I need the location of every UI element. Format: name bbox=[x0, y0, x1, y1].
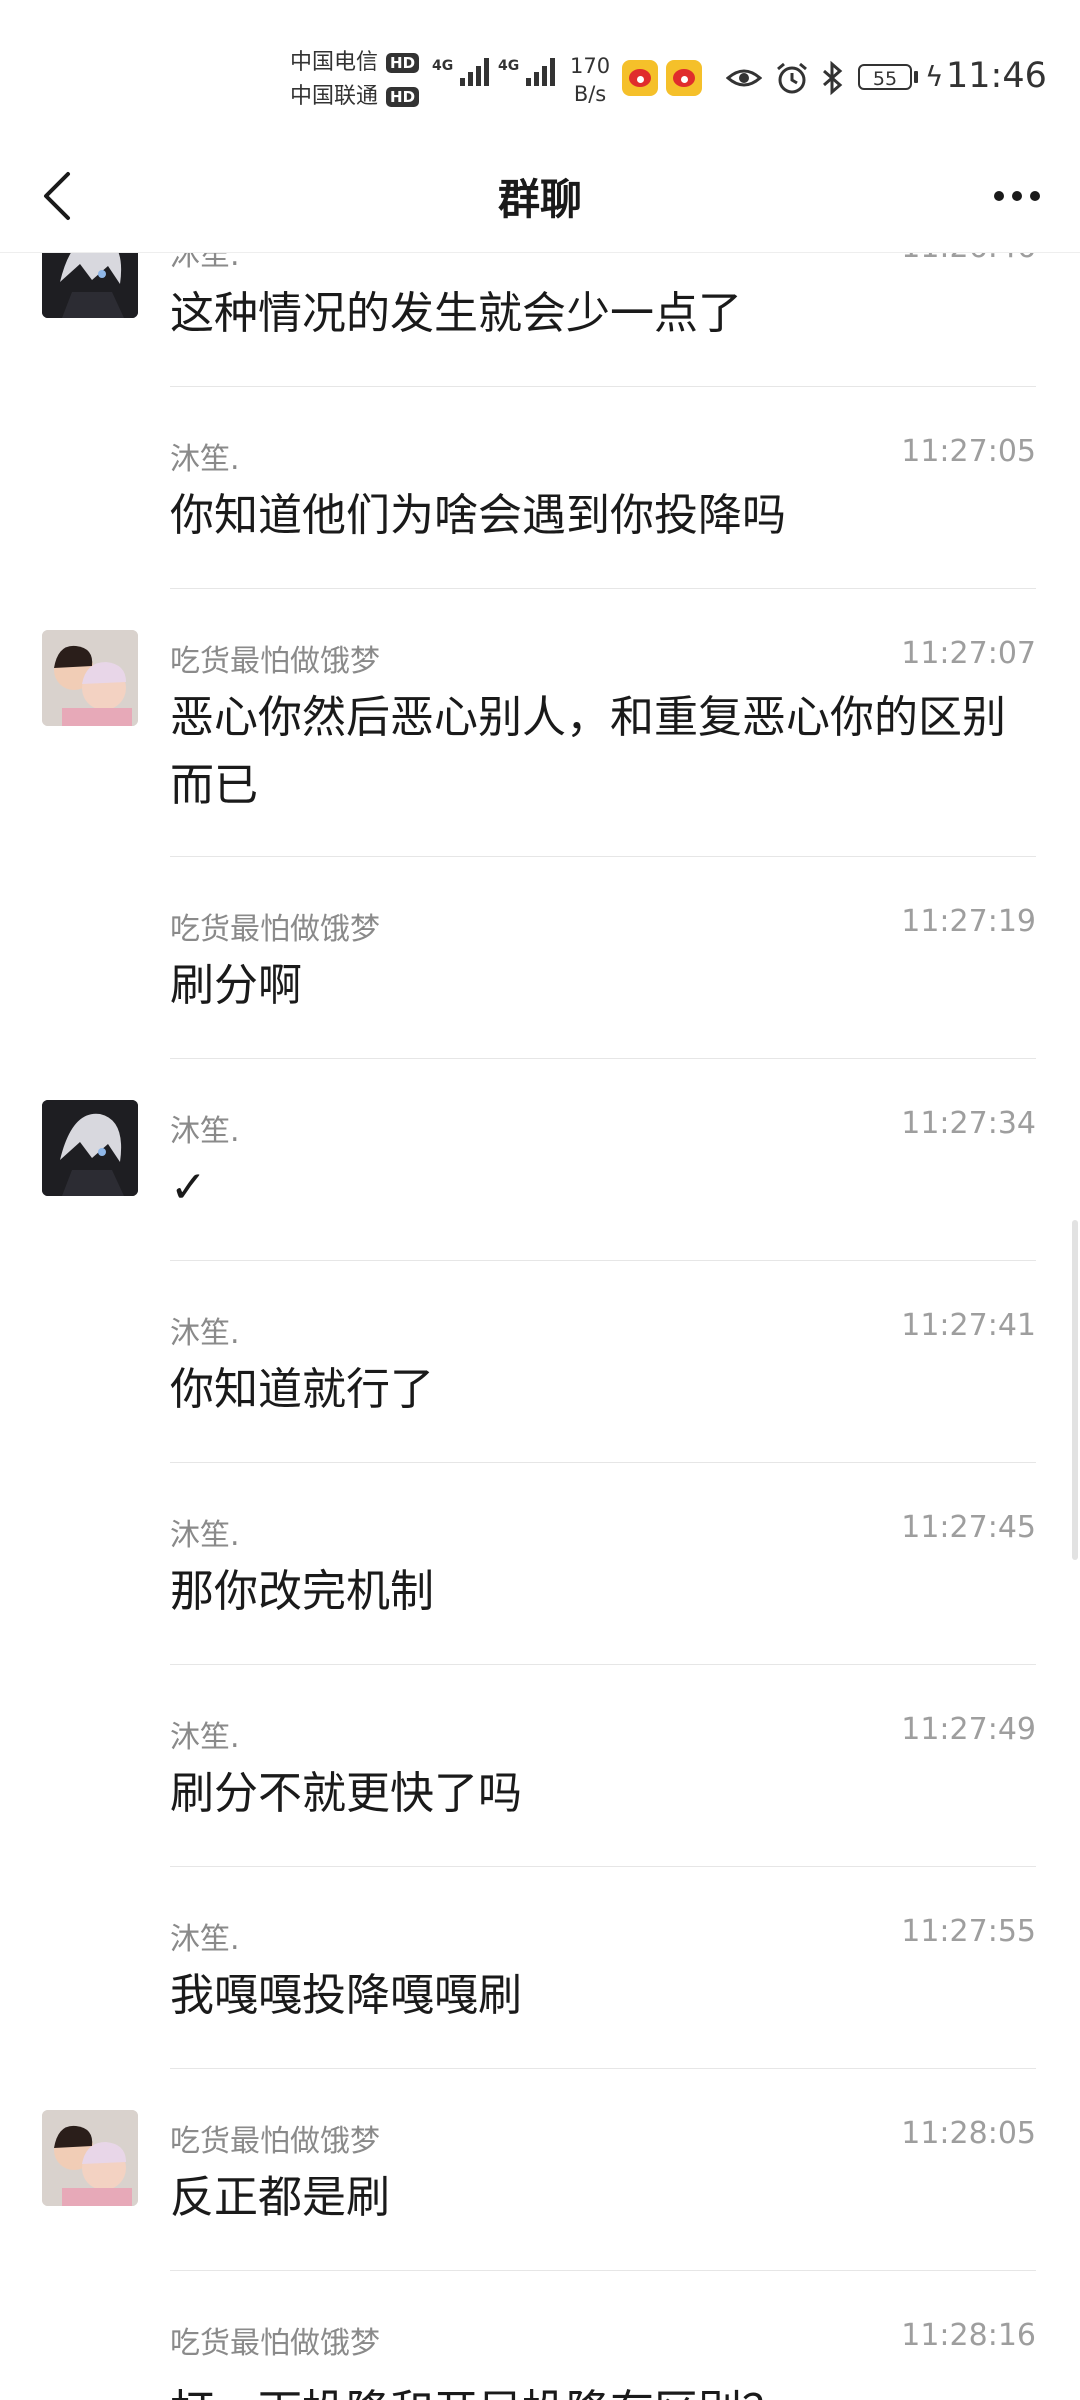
divider bbox=[170, 1866, 1036, 1867]
divider bbox=[170, 386, 1036, 387]
charging-icon: ϟ bbox=[925, 60, 944, 93]
avatar[interactable] bbox=[42, 2110, 138, 2206]
divider bbox=[170, 1462, 1036, 1463]
hd-badge: HD bbox=[386, 87, 420, 107]
message-time: 11:28:05 bbox=[901, 2116, 1036, 2151]
carrier-info: 中国电信 HD 中国联通 HD bbox=[290, 46, 420, 114]
carrier-1: 中国电信 bbox=[290, 50, 379, 75]
more-dot bbox=[1030, 191, 1040, 201]
message-text: 这种情况的发生就会少一点了 bbox=[170, 288, 742, 339]
message-time: 11:27:55 bbox=[901, 1914, 1036, 1949]
sender-name: 沐笙. bbox=[170, 1316, 240, 1351]
divider bbox=[170, 856, 1036, 857]
scrollbar[interactable] bbox=[1072, 1220, 1078, 1560]
battery-tip bbox=[914, 71, 918, 83]
message-list[interactable]: 沐笙. 11:26:46 这种情况的发生就会少一点了 沐笙. 11:27:05 … bbox=[0, 0, 1080, 2400]
message-text: 恶心你然后恶心别人，和重复恶心你的区别而已 bbox=[170, 692, 1006, 811]
message-text: 那你改完机制 bbox=[170, 1566, 434, 1617]
sender-name: 沐笙. bbox=[170, 1518, 240, 1553]
message-text: ✓ bbox=[170, 1162, 207, 1213]
message-text: 你知道他们为啥会遇到你投降吗 bbox=[170, 490, 786, 541]
sender-name: 沐笙. bbox=[170, 1114, 240, 1149]
title-bar: 群聊 bbox=[0, 140, 1080, 253]
message-text: 我嘎嘎投降嘎嘎刷 bbox=[170, 1970, 522, 2021]
sender-name: 吃货最怕做饿梦 bbox=[170, 2326, 380, 2361]
signal-2-icon: 4G bbox=[498, 58, 556, 86]
message-time: 11:27:05 bbox=[901, 434, 1036, 469]
message-text: 反正都是刷 bbox=[170, 2172, 390, 2223]
message-text: 打一下投降和开局投降有区别？ bbox=[170, 2378, 1020, 2400]
divider bbox=[170, 1664, 1036, 1665]
hd-badge: HD bbox=[386, 53, 420, 73]
status-bar: 中国电信 HD 中国联通 HD 4G 4G 170 B/s 55 ϟ 11:46 bbox=[0, 0, 1080, 140]
message-time: 11:27:19 bbox=[901, 904, 1036, 939]
divider bbox=[170, 2068, 1036, 2069]
status-time: 11:46 bbox=[946, 56, 1047, 96]
message-time: 11:27:45 bbox=[901, 1510, 1036, 1545]
page-title: 群聊 bbox=[497, 175, 582, 224]
divider bbox=[170, 588, 1036, 589]
bluetooth-icon bbox=[823, 60, 843, 96]
sender-name: 沐笙. bbox=[170, 1922, 240, 1957]
network-speed: 170 B/s bbox=[570, 54, 611, 106]
divider bbox=[170, 1260, 1036, 1261]
signal-1-icon: 4G bbox=[432, 58, 490, 86]
divider bbox=[170, 1058, 1036, 1059]
message-time: 11:27:49 bbox=[901, 1712, 1036, 1747]
more-dot bbox=[994, 191, 1004, 201]
sender-name: 吃货最怕做饿梦 bbox=[170, 2124, 380, 2159]
more-dot bbox=[1012, 191, 1022, 201]
carrier-2: 中国联通 bbox=[290, 84, 379, 109]
message-time: 11:28:16 bbox=[901, 2318, 1036, 2353]
battery-icon: 55 bbox=[858, 64, 912, 90]
more-options-button[interactable] bbox=[984, 166, 1050, 226]
alarm-icon bbox=[777, 62, 807, 94]
message-text: 刷分不就更快了吗 bbox=[170, 1768, 522, 1819]
sender-name: 吃货最怕做饿梦 bbox=[170, 912, 380, 947]
sender-name: 吃货最怕做饿梦 bbox=[170, 644, 380, 679]
message-text: 你知道就行了 bbox=[170, 1364, 434, 1415]
message-time: 11:27:07 bbox=[901, 636, 1036, 671]
message-time: 11:27:34 bbox=[901, 1106, 1036, 1141]
eye-comfort-icon bbox=[726, 69, 762, 87]
message-text: 刷分啊 bbox=[170, 960, 302, 1011]
divider bbox=[170, 2270, 1036, 2271]
avatar[interactable] bbox=[42, 1100, 138, 1196]
weibo-lite-icon bbox=[666, 60, 702, 96]
avatar[interactable] bbox=[42, 630, 138, 726]
sender-name: 沐笙. bbox=[170, 442, 240, 477]
message-time: 11:27:41 bbox=[901, 1308, 1036, 1343]
weibo-icon bbox=[622, 60, 658, 96]
sender-name: 沐笙. bbox=[170, 1720, 240, 1755]
